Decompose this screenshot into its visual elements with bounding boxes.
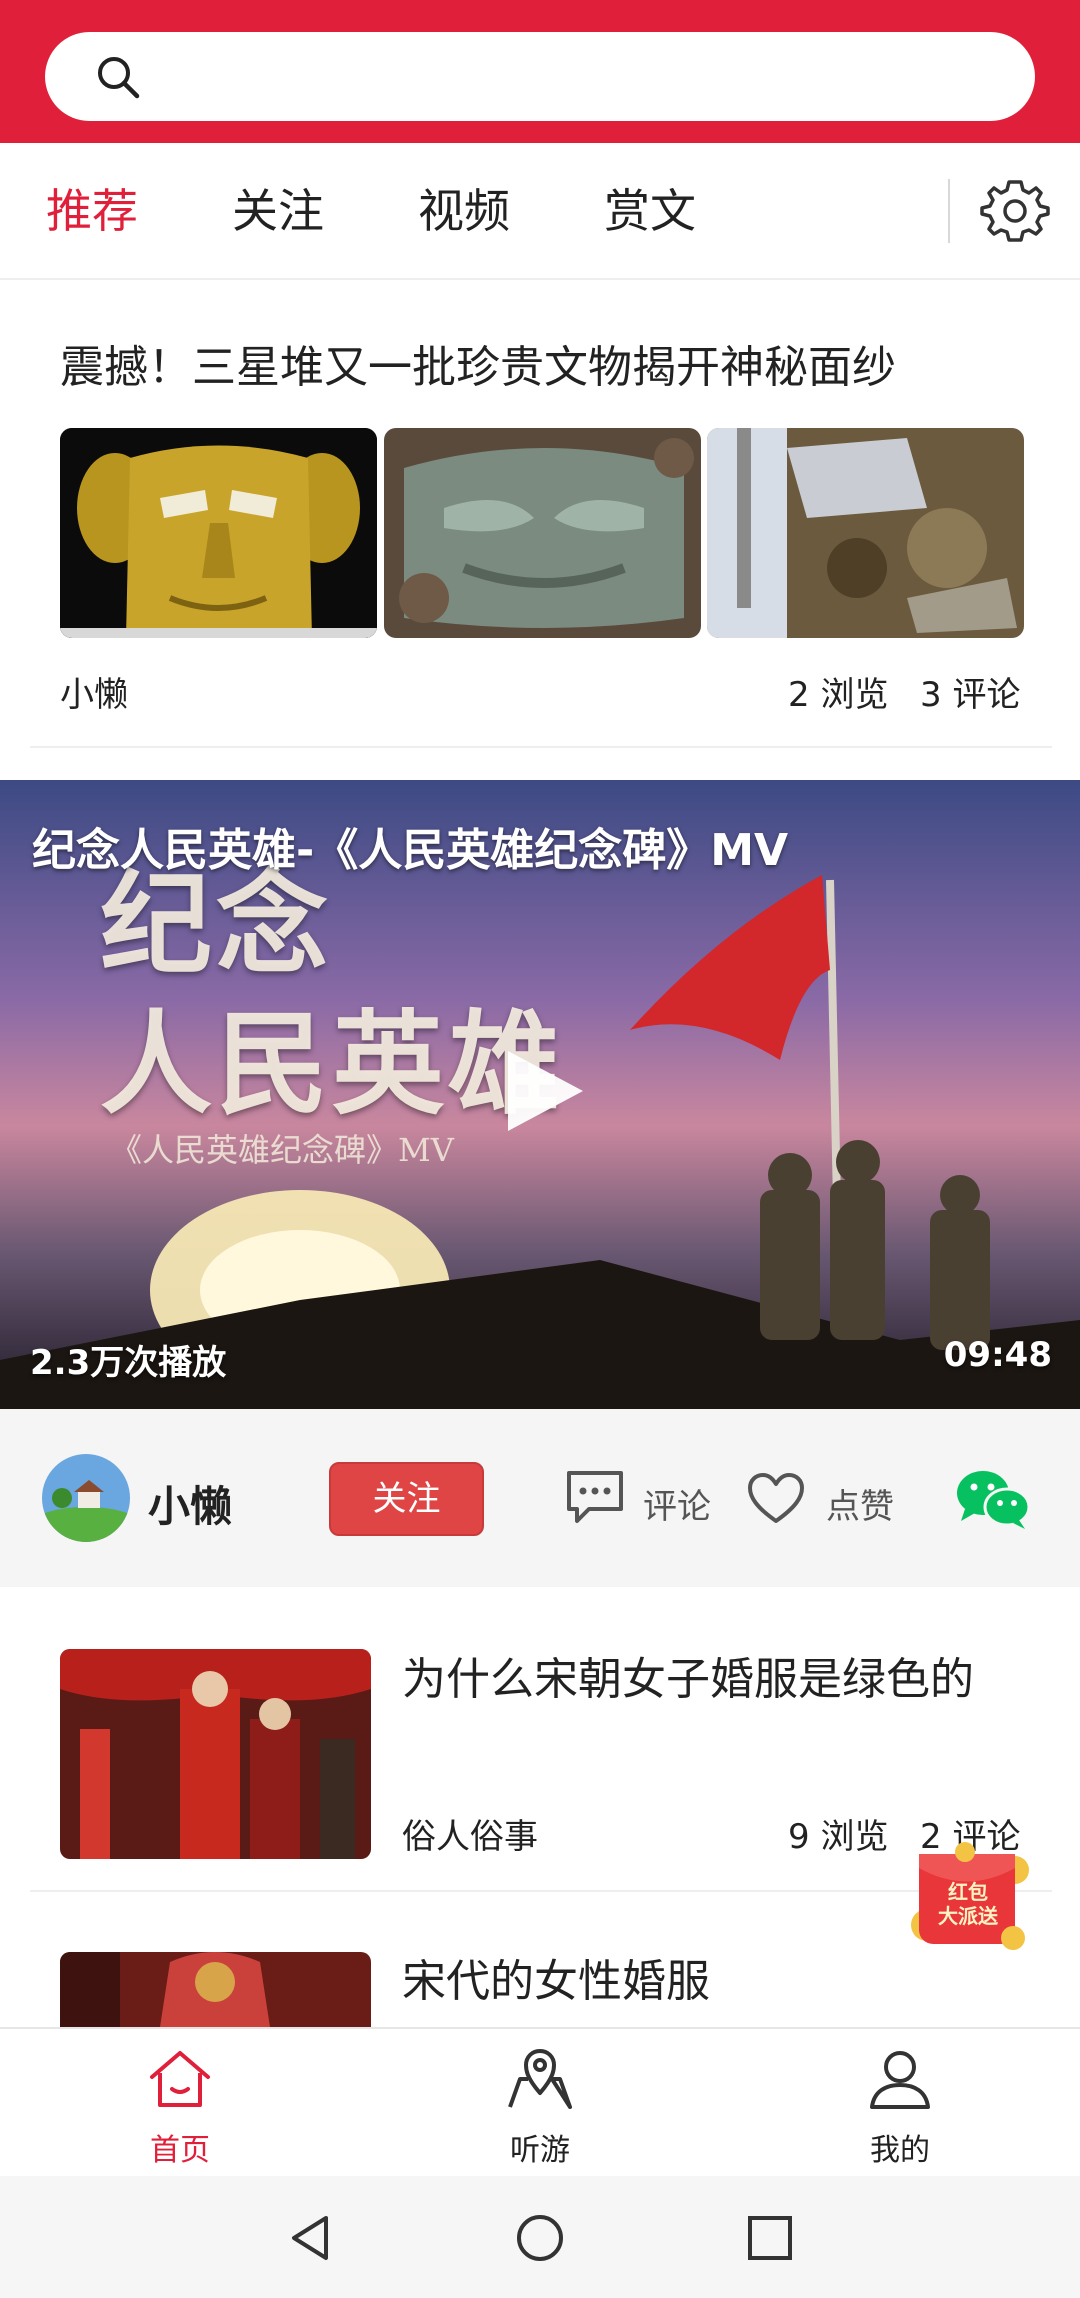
article-author[interactable]: 小懒: [60, 674, 128, 716]
nav-profile[interactable]: 我的: [800, 2029, 1000, 2178]
nav-home[interactable]: 首页: [80, 2029, 280, 2178]
video-calligraphy: 纪念 人民英雄: [100, 859, 564, 1130]
bottom-nav: 首页 听游 我的: [0, 2027, 1080, 2176]
divider: [30, 746, 1052, 748]
back-icon[interactable]: [284, 2212, 336, 2264]
list-item-title[interactable]: 为什么宋朝女子婚服是绿色的: [402, 1652, 1022, 1708]
list-item-image[interactable]: [60, 1649, 371, 1859]
category-tabs: 推荐 关注 视频 赏文: [0, 143, 1080, 280]
video-subtitle-overlay: 《人民英雄纪念碑》MV: [110, 1131, 454, 1169]
home-icon: [150, 2051, 210, 2107]
follow-button[interactable]: 关注: [329, 1462, 484, 1536]
recents-icon[interactable]: [744, 2212, 796, 2264]
video-title[interactable]: 纪念人民英雄-《人民英雄纪念碑》MV: [32, 814, 788, 878]
nav-listen-tour-label: 听游: [510, 2133, 570, 2168]
list-item-title[interactable]: 宋代的女性婚服: [402, 1954, 1022, 2010]
comment-label[interactable]: 评论: [643, 1479, 711, 1528]
wechat-icon[interactable]: [955, 1467, 1031, 1531]
tab-video[interactable]: 视频: [418, 183, 510, 239]
divider: [30, 1890, 1052, 1892]
comment-icon[interactable]: [563, 1467, 627, 1527]
play-icon[interactable]: [498, 1046, 588, 1136]
nav-listen-tour[interactable]: 听游: [440, 2029, 640, 2178]
like-label[interactable]: 点赞: [826, 1479, 894, 1528]
heart-icon[interactable]: [746, 1471, 806, 1527]
top-header: [0, 0, 1080, 143]
list-item-views: 9 浏览: [788, 1817, 889, 1857]
article-image-gold-mask[interactable]: [60, 428, 377, 638]
article-image-bronze-mask[interactable]: [384, 428, 701, 638]
author-name[interactable]: 小懒: [148, 1473, 232, 1534]
search-field[interactable]: [155, 46, 1015, 106]
tab-recommend[interactable]: 推荐: [46, 183, 138, 239]
video-play-count: 2.3万次播放: [30, 1343, 227, 1383]
search-icon: [98, 57, 140, 99]
search-input[interactable]: [45, 32, 1035, 121]
avatar[interactable]: [42, 1454, 130, 1542]
tab-divider: [948, 179, 950, 243]
article-title[interactable]: 震撼！三星堆又一批珍贵文物揭开神秘面纱: [60, 340, 896, 396]
article-image-excavation[interactable]: [707, 428, 1024, 638]
user-icon: [870, 2051, 930, 2109]
list-item-source[interactable]: 俗人俗事: [402, 1816, 538, 1858]
tab-follow[interactable]: 关注: [232, 183, 324, 239]
red-packet-text: 红包 大派送: [938, 1880, 998, 1928]
map-pin-icon: [508, 2049, 572, 2109]
article-comments[interactable]: 3 评论: [920, 674, 1020, 716]
nav-home-label: 首页: [150, 2133, 210, 2168]
gear-icon[interactable]: [980, 176, 1050, 246]
video-author-bar: 小懒 关注 评论 点赞: [0, 1409, 1080, 1587]
video-player[interactable]: 纪念 人民英雄 《人民英雄纪念碑》MV 纪念人民英雄-《人民英雄纪念碑》MV 2…: [0, 780, 1080, 1409]
system-nav-bar: [0, 2176, 1080, 2298]
tab-essay[interactable]: 赏文: [604, 183, 696, 239]
nav-profile-label: 我的: [870, 2133, 930, 2168]
article-views: 2 浏览: [788, 675, 889, 715]
red-packet-float[interactable]: 红包 大派送: [905, 1840, 1035, 1960]
list-item-image[interactable]: [60, 1952, 371, 2027]
video-duration: 09:48: [943, 1335, 1052, 1375]
home-circle-icon[interactable]: [514, 2212, 566, 2264]
